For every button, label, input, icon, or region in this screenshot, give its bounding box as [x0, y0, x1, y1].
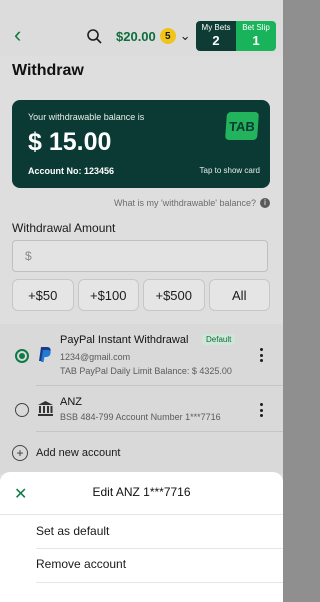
account-number: Account No: 123456: [28, 166, 115, 176]
bonus-badge: 5: [159, 28, 176, 44]
sheet-divider: [36, 548, 283, 549]
quick-amount-all-button[interactable]: All: [208, 279, 270, 311]
withdrawal-amount-label: Withdrawal Amount: [12, 221, 116, 235]
help-link-text: What is my 'withdrawable' balance?: [113, 198, 256, 208]
search-icon[interactable]: [86, 28, 102, 44]
bet-slip-count: 1: [252, 33, 260, 48]
anz-account-number: BSB 484-799 Account Number 1***7716: [60, 412, 221, 422]
paypal-icon: [39, 347, 51, 362]
bets-toggle: My Bets 2 Bet Slip 1: [196, 21, 276, 51]
back-arrow-icon[interactable]: ‹: [14, 24, 30, 46]
paypal-limit: TAB PayPal Daily Limit Balance: $ 4325.0…: [60, 366, 232, 376]
add-account-icon[interactable]: +: [12, 445, 28, 461]
quick-amount-50-button[interactable]: +$50: [12, 279, 74, 311]
anz-radio[interactable]: [15, 403, 29, 417]
list-divider: [36, 385, 283, 386]
bet-slip-button[interactable]: Bet Slip 1: [236, 21, 276, 51]
add-account-link[interactable]: Add new account: [36, 447, 120, 459]
set-default-option[interactable]: Set as default: [36, 524, 109, 538]
default-tag: Default: [202, 334, 236, 345]
bet-slip-label: Bet Slip: [242, 23, 270, 32]
sheet-divider: [36, 582, 283, 583]
edit-account-sheet: ✕ Edit ANZ 1***7716 Set as default Remov…: [0, 472, 283, 602]
top-bar: ‹ $20.00 5 ⌄ My Bets 2 Bet Slip 1: [0, 0, 283, 56]
info-icon: i: [260, 198, 270, 208]
balance-card-label: Your withdrawable balance is: [28, 112, 145, 122]
withdrawal-amount-input[interactable]: $: [12, 240, 268, 272]
sheet-divider: [0, 514, 283, 515]
anz-title: ANZ: [60, 396, 82, 408]
my-bets-label: My Bets: [201, 23, 231, 32]
list-divider: [36, 431, 283, 432]
balance-card[interactable]: Your withdrawable balance is $ 15.00 Acc…: [12, 100, 270, 188]
paypal-title: PayPal Instant Withdrawal: [60, 334, 189, 346]
withdraw-page: ‹ $20.00 5 ⌄ My Bets 2 Bet Slip 1 Withdr…: [0, 0, 283, 602]
paypal-more-icon[interactable]: [259, 348, 263, 362]
show-card-hint: Tap to show card: [199, 166, 260, 175]
my-bets-count: 2: [212, 33, 220, 48]
anz-more-icon[interactable]: [259, 403, 263, 417]
remove-account-option[interactable]: Remove account: [36, 557, 126, 571]
quick-amount-100-button[interactable]: +$100: [77, 279, 139, 311]
account-balance: $20.00: [116, 28, 156, 44]
tab-logo: TAB: [225, 112, 259, 140]
withdrawable-amount: $ 15.00: [28, 128, 112, 156]
quick-amount-500-button[interactable]: +$500: [143, 279, 205, 311]
balance-dropdown[interactable]: $20.00 5 ⌄: [116, 28, 191, 44]
bank-icon: [38, 401, 53, 416]
my-bets-button[interactable]: My Bets 2: [196, 21, 236, 51]
paypal-email: 1234@gmail.com: [60, 352, 131, 362]
quick-amount-buttons: +$50 +$100 +$500 All: [12, 279, 270, 311]
paypal-radio[interactable]: [15, 349, 29, 363]
withdrawable-help-link[interactable]: What is my 'withdrawable' balance? i: [114, 198, 270, 208]
sheet-title: Edit ANZ 1***7716: [92, 485, 191, 499]
page-title: Withdraw: [12, 62, 84, 79]
chevron-down-icon: ⌄: [179, 27, 191, 43]
